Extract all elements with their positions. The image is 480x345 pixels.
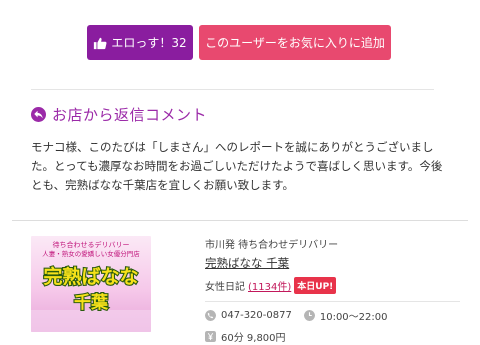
price-row: 60分 9,800円 <box>205 329 460 344</box>
shop-image[interactable]: 待ち合わせるデリバリー 人妻・熟女の愛嬌しい女優分門店 完熟ばなな 千葉 <box>31 236 151 332</box>
phone-icon <box>205 310 216 321</box>
like-button[interactable]: エロっす！32 <box>87 25 193 60</box>
business-hours: 10:00～22:00 <box>319 312 388 323</box>
add-favorite-user-button[interactable]: このユーザーをお気に入りに追加 <box>199 25 391 60</box>
reply-header: お店から返信コメント <box>31 104 207 125</box>
phone-number: 047-320-0877 <box>221 310 292 321</box>
reply-comment: モナコ様、このたびは「しまさん」へのレポートを誠にありがとうございまし た。とっ… <box>31 138 456 195</box>
diary-count-link[interactable]: (1134件) <box>248 278 291 293</box>
today-update-badge: 本日UP! <box>294 277 337 294</box>
yen-icon <box>205 331 216 342</box>
diary-row: 女性日記 (1134件) 本日UP! <box>205 277 460 294</box>
hours-item: 10:00～22:00 <box>303 308 388 323</box>
favorite-button-label: このユーザーをお気に入りに追加 <box>205 36 385 50</box>
phone-item: 047-320-0877 <box>205 310 292 321</box>
banner-logo-city: 千葉 <box>74 292 109 313</box>
divider <box>205 301 460 302</box>
like-button-label: エロっす！32 <box>111 36 187 50</box>
shop-subtitle: 市川発 待ち合わせデリバリー <box>205 240 339 251</box>
reply-line: とも、完熟ばなな千葉店を宜しくお願い致します。 <box>31 178 295 192</box>
price-item: 60分 9,800円 <box>205 329 286 344</box>
price-text: 60分 9,800円 <box>221 333 286 344</box>
divider <box>31 89 434 90</box>
reply-line: た。とっても濃厚なお時間をお過ごしいただけたようで喜ばしく思います。今後 <box>31 159 443 173</box>
diary-label: 女性日記 <box>205 282 245 293</box>
banner-logo-text: 完熟ばなな <box>43 265 138 288</box>
banner-tagline: 待ち合わせるデリバリー <box>53 240 130 249</box>
clock-icon <box>303 310 315 321</box>
action-buttons: エロっす！32 このユーザーをお気に入りに追加 <box>87 25 391 60</box>
reply-line: モナコ様、このたびは「しまさん」へのレポートを誠にありがとうございまし <box>31 140 434 154</box>
divider <box>12 220 468 221</box>
shop-banner-graphic: 待ち合わせるデリバリー 人妻・熟女の愛嬌しい女優分門店 完熟ばなな 千葉 <box>31 236 151 332</box>
reply-arrow-icon <box>31 107 46 122</box>
reply-title: お店から返信コメント <box>52 106 208 124</box>
thumbs-up-icon <box>94 37 107 49</box>
shop-info: 市川発 待ち合わせデリバリー 完熟ばなな 千葉 女性日記 (1134件) 本日U… <box>205 236 460 344</box>
shop-name-link[interactable]: 完熟ばなな 千葉 <box>205 255 289 271</box>
banner-subtagline: 人妻・熟女の愛嬌しい女優分門店 <box>42 249 140 258</box>
contact-row: 047-320-0877 10:00～22:00 <box>205 308 460 323</box>
